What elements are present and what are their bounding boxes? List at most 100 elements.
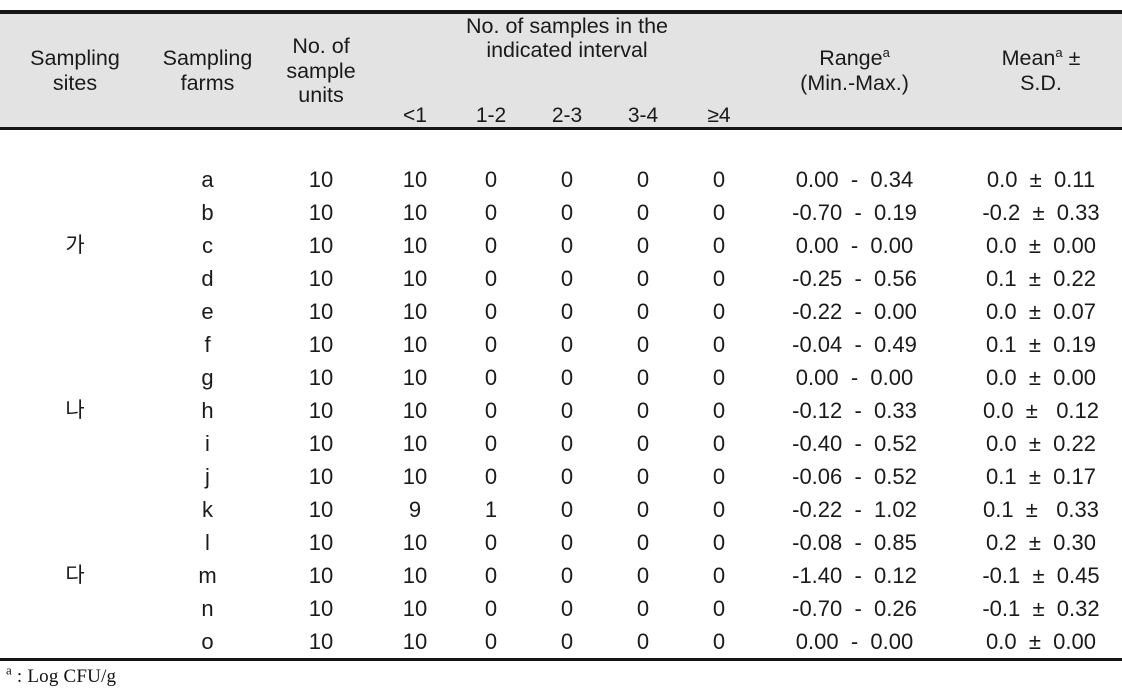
row-range: -0.22 - 1.02 [757, 493, 952, 527]
row-interval-3-4: 0 [605, 361, 681, 395]
row-farm: l [150, 526, 265, 560]
table-row: i 10 10 0 0 0 0 -0.40 - 0.52 0.0 ± 0.22 [0, 427, 1122, 461]
row-sample-units: 10 [265, 295, 377, 329]
table-row: 나 h 10 10 0 0 0 0 -0.12 - 0.33 0.0 ± 0.12 [0, 394, 1122, 428]
header-sample-units-line1: No. of [292, 34, 350, 59]
data-table-body-wrap: a 10 10 0 0 0 0 0.00 - 0.34 0.0 ± 0.11 b 10 10 0 0 0 0-… [0, 130, 1122, 659]
row-range: -1.40 - 0.12 [757, 559, 952, 593]
top-spacer [0, 0, 1122, 10]
row-sample-units: 10 [265, 361, 377, 395]
header-interval-1-2: 1-2 [475, 103, 507, 127]
table-row: j 10 10 0 0 0 0 -0.06 - 0.52 0.1 ± 0.17 [0, 460, 1122, 494]
row-mean: 0.0 ± 0.00 [952, 361, 1122, 395]
row-interval-lt1: 10 [377, 625, 453, 659]
row-mean: 0.0 ± 0.00 [952, 229, 1122, 263]
row-farm: o [150, 625, 265, 659]
row-interval-lt1: 10 [377, 163, 453, 197]
header-sampling-sites: Sampling sites [0, 14, 150, 128]
row-sample-units: 10 [265, 394, 377, 428]
row-farm: e [150, 295, 265, 329]
row-mean: -0.1 ± 0.32 [952, 592, 1122, 626]
row-interval-lt1: 10 [377, 559, 453, 593]
row-interval-lt1: 10 [377, 328, 453, 362]
row-site [0, 163, 150, 197]
row-interval-1-2: 0 [453, 625, 529, 659]
row-site [0, 493, 150, 527]
table-row: l 10 10 0 0 0 0 -0.08 - 0.85 0.2 ± 0.30 [0, 526, 1122, 560]
row-interval-ge4: 0 [681, 427, 757, 461]
row-range: 0.00 - 0.00 [757, 229, 952, 263]
header-interval-group-line2: indicated interval [486, 38, 648, 63]
table-header: Sampling sites Sampling farms No. of sam… [0, 14, 1122, 128]
row-interval-3-4: 0 [605, 592, 681, 626]
header-sample-units-line2: sample [286, 58, 356, 83]
row-farm: k [150, 493, 265, 527]
row-site [0, 361, 150, 395]
header-sampling-farms: Sampling farms [150, 14, 265, 128]
row-interval-lt1: 9 [377, 493, 453, 527]
row-interval-2-3: 0 [529, 526, 605, 560]
row-interval-3-4: 0 [605, 493, 681, 527]
row-sample-units: 10 [265, 262, 377, 296]
row-interval-ge4: 0 [681, 559, 757, 593]
header-interval-group-line1: No. of samples in the [466, 14, 668, 38]
row-range: -0.25 - 0.56 [757, 262, 952, 296]
interval-column-labels: <1 1-2 2-3 3-4 ≥4 [377, 104, 757, 128]
row-interval-3-4: 0 [605, 229, 681, 263]
body-top-spacer [0, 130, 1122, 164]
header-mean-footnote-marker: a [1055, 45, 1063, 61]
row-interval-ge4: 0 [681, 394, 757, 428]
header-mean-sd: S.D. [1020, 70, 1062, 95]
row-range: -0.04 - 0.49 [757, 328, 952, 362]
row-site [0, 427, 150, 461]
table-row: g 10 10 0 0 0 0 0.00 - 0.00 0.0 ± 0.00 [0, 361, 1122, 395]
header-mean: Meana ± S.D. [952, 14, 1122, 128]
row-interval-ge4: 0 [681, 493, 757, 527]
row-interval-1-2: 0 [453, 394, 529, 428]
row-sample-units: 10 [265, 526, 377, 560]
row-mean: 0.2 ± 0.30 [952, 526, 1122, 560]
row-mean: 0.1 ± 0.33 [952, 493, 1122, 527]
row-mean: -0.2 ± 0.33 [952, 196, 1122, 230]
row-farm: d [150, 262, 265, 296]
table-row: k 10 9 1 0 0 0 -0.22 - 1.02 0.1 ± 0.33 [0, 493, 1122, 527]
table-row: 다 m 10 10 0 0 0 0 -1.40 - 0.12 -0.1 ± 0.45 [0, 559, 1122, 593]
table-row: f 10 10 0 0 0 0 -0.04 - 0.49 0.1 ± 0.19 [0, 328, 1122, 362]
row-mean: 0.0 ± 0.00 [952, 625, 1122, 659]
row-mean: 0.1 ± 0.17 [952, 460, 1122, 494]
row-interval-2-3: 0 [529, 460, 605, 494]
row-range: 0.00 - 0.00 [757, 625, 952, 659]
row-farm: n [150, 592, 265, 626]
row-farm: j [150, 460, 265, 494]
row-site [0, 460, 150, 494]
row-interval-2-3: 0 [529, 328, 605, 362]
row-interval-ge4: 0 [681, 592, 757, 626]
table-footnote: a : Log CFU/g [0, 661, 1122, 688]
header-sampling-farms-line1: Sampling [162, 46, 253, 71]
header-range-label: Range [819, 46, 883, 71]
row-farm: g [150, 361, 265, 395]
table-row: b 10 10 0 0 0 0 -0.70 - 0.19 -0.2 ± 0.33 [0, 196, 1122, 230]
row-site [0, 196, 150, 230]
row-interval-lt1: 10 [377, 592, 453, 626]
row-site [0, 328, 150, 362]
row-mean: 0.0 ± 0.07 [952, 295, 1122, 329]
row-interval-ge4: 0 [681, 625, 757, 659]
header-interval-3-4: 3-4 [627, 103, 659, 127]
row-range: 0.00 - 0.34 [757, 163, 952, 197]
row-interval-2-3: 0 [529, 196, 605, 230]
row-interval-2-3: 0 [529, 559, 605, 593]
row-interval-2-3: 0 [529, 361, 605, 395]
header-sample-units: No. of sample units [265, 14, 377, 128]
row-sample-units: 10 [265, 328, 377, 362]
table-row: e 10 10 0 0 0 0 -0.22 - 0.00 0.0 ± 0.07 [0, 295, 1122, 329]
row-interval-1-2: 0 [453, 559, 529, 593]
row-interval-ge4: 0 [681, 295, 757, 329]
row-interval-lt1: 10 [377, 196, 453, 230]
row-interval-ge4: 0 [681, 229, 757, 263]
row-interval-ge4: 0 [681, 460, 757, 494]
row-interval-1-2: 0 [453, 196, 529, 230]
row-sample-units: 10 [265, 196, 377, 230]
row-mean: 0.0 ± 0.11 [952, 163, 1122, 197]
row-range: -0.08 - 0.85 [757, 526, 952, 560]
